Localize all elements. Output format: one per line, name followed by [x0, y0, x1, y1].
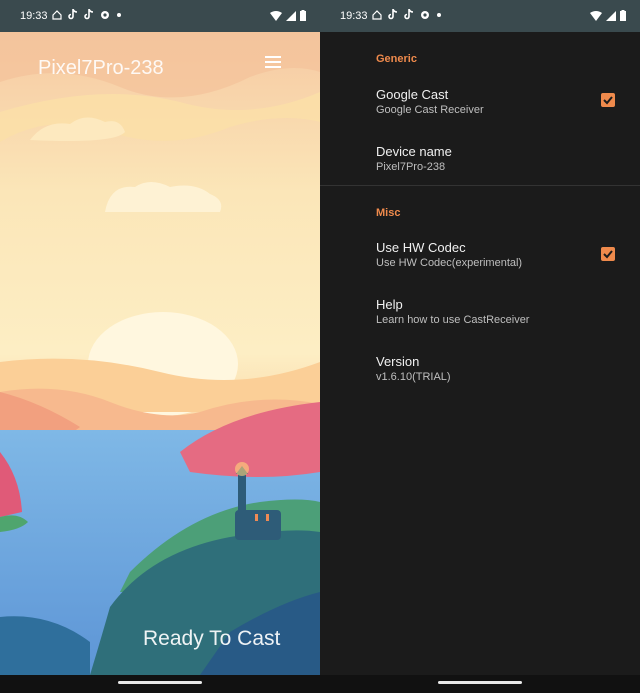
app-title: Pixel7Pro-238 — [38, 57, 164, 79]
cast-status-text: Ready To Cast — [143, 627, 281, 650]
left-pane: 19:33 Pixel7Pro-238 Ready To Cast — [0, 0, 320, 693]
gear-icon — [101, 10, 109, 19]
tiktok-icon — [84, 9, 94, 20]
section-divider — [320, 185, 640, 186]
home-gesture-handle[interactable] — [438, 681, 522, 684]
wifi-icon — [270, 10, 282, 21]
settings-pane: 19:33 Generic Google Cast Google Cast Re… — [320, 0, 640, 693]
status-icons — [52, 9, 122, 20]
home-icon — [372, 9, 382, 20]
setting-google-cast[interactable]: Google Cast Google Cast Receiver — [320, 78, 640, 124]
tiktok-icon — [68, 9, 78, 20]
setting-help[interactable]: Help Learn how to use CastReceiver — [320, 288, 640, 334]
wifi-icon — [590, 10, 602, 21]
home-icon — [52, 9, 62, 20]
setting-version[interactable]: Version v1.6.10(TRIAL) — [320, 345, 640, 391]
setting-version-title: Version — [376, 354, 420, 369]
status-bar: 19:33 — [320, 0, 640, 32]
navigation-bar — [320, 675, 640, 693]
setting-google-cast-title: Google Cast — [376, 87, 449, 102]
checkbox-icon — [603, 96, 613, 105]
home-gesture-handle[interactable] — [118, 681, 202, 684]
gear-icon — [421, 10, 429, 19]
battery-icon — [620, 10, 626, 21]
checkbox-icon — [603, 250, 613, 259]
status-time: 19:33 — [20, 10, 48, 22]
status-right-icons — [590, 10, 626, 21]
tiktok-icon — [404, 9, 414, 20]
section-header-generic: Generic — [376, 53, 417, 65]
setting-hw-codec[interactable]: Use HW Codec Use HW Codec(experimental) — [320, 231, 640, 277]
tiktok-icon — [388, 9, 398, 20]
signal-icon — [286, 10, 296, 21]
section-header-misc: Misc — [376, 207, 401, 219]
setting-device-name-value: Pixel7Pro-238 — [376, 161, 446, 173]
setting-hw-codec-subtitle: Use HW Codec(experimental) — [376, 257, 523, 269]
setting-google-cast-subtitle: Google Cast Receiver — [376, 104, 484, 116]
setting-hw-codec-title: Use HW Codec — [376, 240, 466, 255]
google-cast-checkbox[interactable] — [601, 93, 615, 107]
setting-help-subtitle: Learn how to use CastReceiver — [376, 314, 530, 326]
sunset-landscape-illustration — [0, 32, 320, 675]
navigation-bar — [0, 675, 320, 693]
battery-icon — [300, 10, 306, 21]
setting-device-name-title: Device name — [376, 144, 452, 159]
status-bar: 19:33 — [0, 0, 320, 32]
setting-help-title: Help — [376, 297, 403, 312]
dot-icon — [437, 12, 441, 17]
status-time: 19:33 — [340, 10, 368, 22]
status-icons — [372, 9, 442, 20]
hw-codec-checkbox[interactable] — [601, 247, 615, 261]
setting-version-value: v1.6.10(TRIAL) — [376, 371, 451, 383]
menu-icon[interactable] — [265, 56, 281, 68]
status-right-icons — [270, 10, 306, 21]
setting-device-name[interactable]: Device name Pixel7Pro-238 — [320, 135, 640, 181]
dot-icon — [117, 12, 121, 17]
signal-icon — [606, 10, 616, 21]
